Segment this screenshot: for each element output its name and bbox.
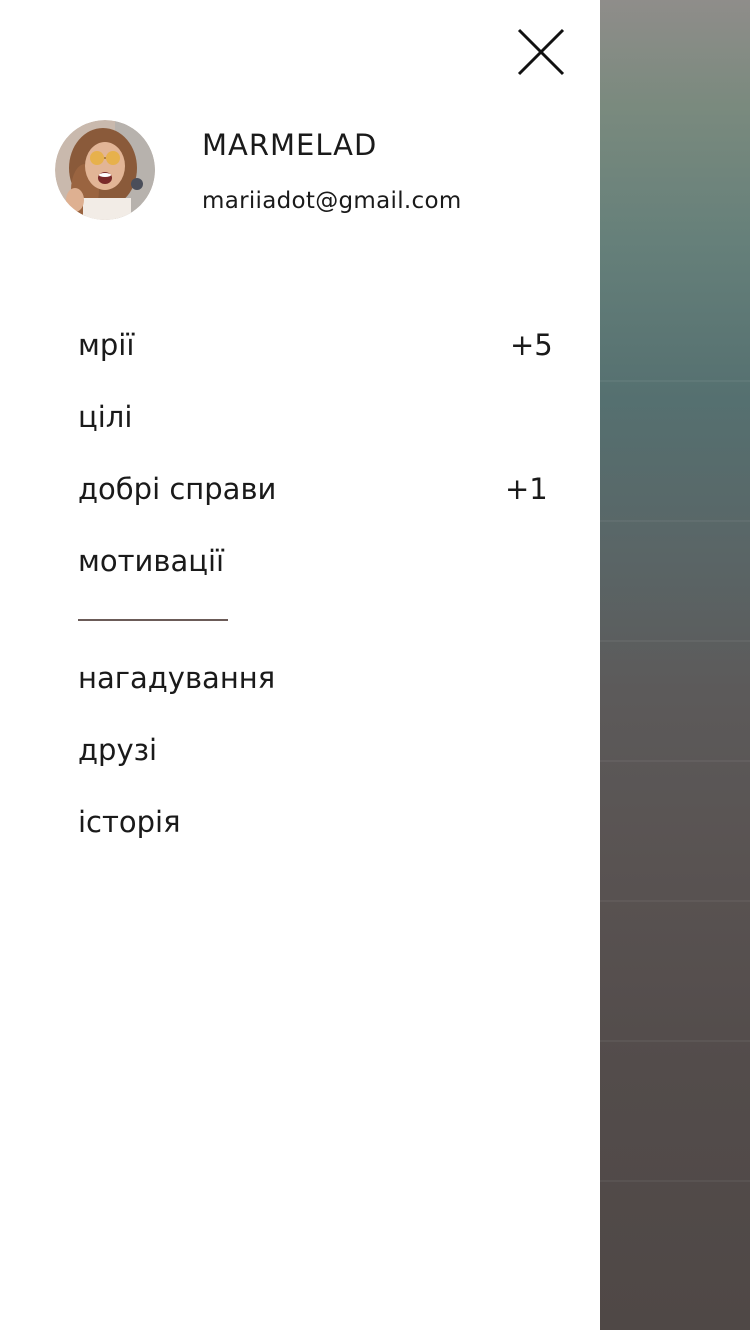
menu-item-label: мрії (78, 328, 135, 362)
menu-item-dreams[interactable]: мрії +5 (78, 323, 553, 367)
menu-item-good-deeds[interactable]: добрі справи +1 (78, 467, 548, 511)
background-photo[interactable] (600, 0, 750, 1330)
user-avatar-image (55, 120, 155, 220)
menu-item-motivations[interactable]: мотивації (78, 539, 548, 583)
profile-email: mariiadot@gmail.com (202, 188, 462, 214)
menu-item-label: друзі (78, 733, 158, 767)
menu-item-friends[interactable]: друзі (78, 728, 548, 772)
menu-item-goals[interactable]: цілі (78, 395, 548, 439)
menu-item-label: мотивації (78, 544, 225, 578)
close-icon (517, 28, 565, 76)
menu-item-label: історія (78, 805, 181, 839)
menu-item-label: нагадування (78, 661, 276, 695)
side-menu-drawer: MARMELAD mariiadot@gmail.com мрії +5 ціл… (0, 0, 600, 1330)
menu-item-badge: +5 (510, 328, 553, 362)
menu-item-label: добрі справи (78, 472, 277, 506)
close-button[interactable] (514, 26, 568, 80)
menu-item-reminders[interactable]: нагадування (78, 656, 548, 700)
menu-divider (78, 619, 228, 621)
profile-name: MARMELAD (202, 128, 378, 162)
avatar[interactable] (55, 120, 155, 220)
menu-item-history[interactable]: історія (78, 800, 548, 844)
menu-item-badge: +1 (505, 472, 548, 506)
menu-item-label: цілі (78, 400, 133, 434)
